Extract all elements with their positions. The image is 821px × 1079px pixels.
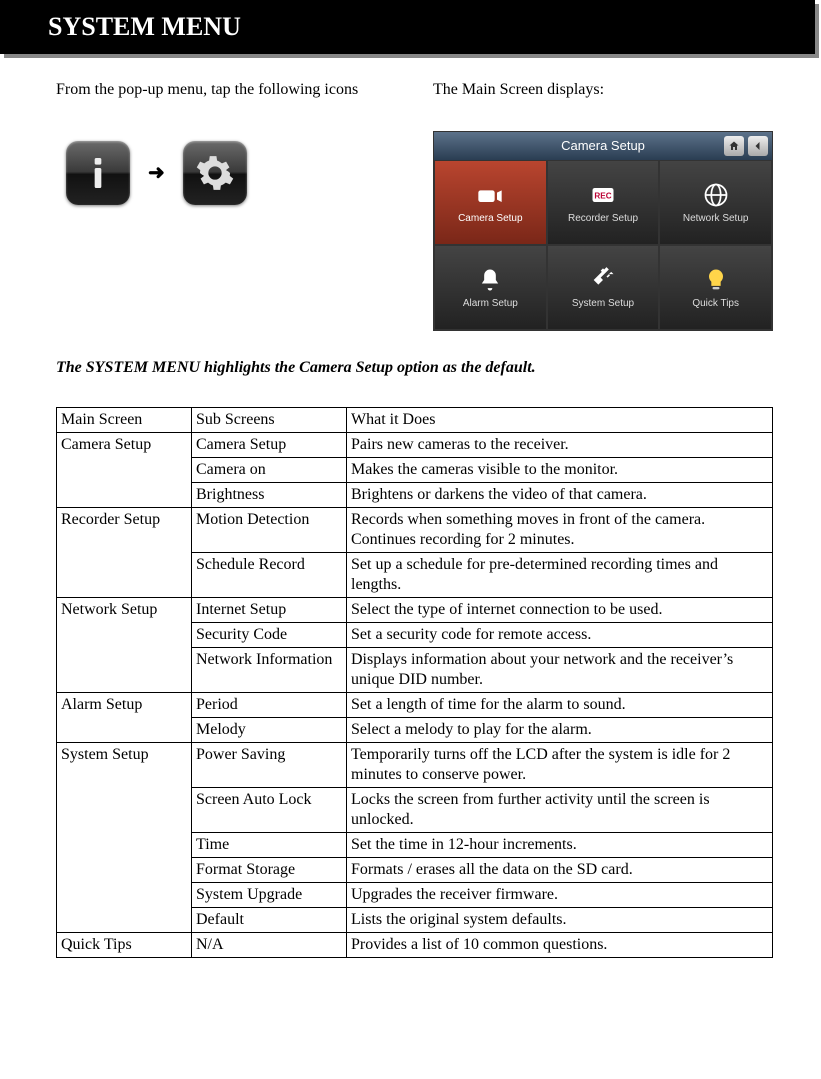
page-title: SYSTEM MENU xyxy=(48,12,241,41)
desc-cell: Set a security code for remote access. xyxy=(347,622,773,647)
page-header: SYSTEM MENU xyxy=(0,0,815,54)
main-screen-cell: Alarm Setup xyxy=(57,692,192,742)
icon-sequence: ➜ xyxy=(66,141,393,205)
desc-cell: Set up a schedule for pre-determined rec… xyxy=(347,552,773,597)
sub-screen-cell: Camera Setup xyxy=(192,432,347,457)
table-header-desc: What it Does xyxy=(347,407,773,432)
main-screen-cell: System Setup xyxy=(57,742,192,932)
sub-screen-cell: Network Information xyxy=(192,647,347,692)
desc-cell: Locks the screen from further activity u… xyxy=(347,787,773,832)
desc-cell: Set a length of time for the alarm to so… xyxy=(347,692,773,717)
desc-cell: Pairs new cameras to the receiver. xyxy=(347,432,773,457)
sub-screen-cell: Internet Setup xyxy=(192,597,347,622)
intro-row: From the pop-up menu, tap the following … xyxy=(56,80,773,331)
svg-text:REC: REC xyxy=(594,191,611,200)
screenshot-titlebar-buttons xyxy=(724,136,768,156)
tile-label: Camera Setup xyxy=(458,213,522,224)
table-row: Network SetupInternet SetupSelect the ty… xyxy=(57,597,773,622)
sub-screen-cell: N/A xyxy=(192,932,347,957)
arrow-icon: ➜ xyxy=(148,160,165,185)
tile-bulb: Quick Tips xyxy=(659,245,772,330)
sub-screen-cell: System Upgrade xyxy=(192,882,347,907)
tile-label: Quick Tips xyxy=(692,298,739,309)
tile-globe: Network Setup xyxy=(659,160,772,245)
table-row: Camera SetupCamera SetupPairs new camera… xyxy=(57,432,773,457)
main-screen-screenshot: Camera Setup Camera Setup REC Recorder Set… xyxy=(433,131,773,331)
sub-screen-cell: Format Storage xyxy=(192,857,347,882)
desc-cell: Lists the original system defaults. xyxy=(347,907,773,932)
desc-cell: Temporarily turns off the LCD after the … xyxy=(347,742,773,787)
sub-screen-cell: Melody xyxy=(192,717,347,742)
desc-cell: Records when something moves in front of… xyxy=(347,507,773,552)
tile-label: System Setup xyxy=(572,298,634,309)
tile-bell: Alarm Setup xyxy=(434,245,547,330)
desc-cell: Formats / erases all the data on the SD … xyxy=(347,857,773,882)
table-row: Recorder SetupMotion DetectionRecords wh… xyxy=(57,507,773,552)
desc-cell: Makes the cameras visible to the monitor… xyxy=(347,457,773,482)
table-header-sub: Sub Screens xyxy=(192,407,347,432)
sub-screen-cell: Power Saving xyxy=(192,742,347,787)
main-screen-cell: Quick Tips xyxy=(57,932,192,957)
table-row: Quick TipsN/AProvides a list of 10 commo… xyxy=(57,932,773,957)
intro-right-text: The Main Screen displays: xyxy=(433,80,773,101)
table-header-main: Main Screen xyxy=(57,407,192,432)
content: From the pop-up menu, tap the following … xyxy=(0,60,821,958)
intro-left-col: From the pop-up menu, tap the following … xyxy=(56,80,393,331)
tile-label: Recorder Setup xyxy=(568,213,638,224)
home-icon xyxy=(724,136,744,156)
table-row: System SetupPower SavingTemporarily turn… xyxy=(57,742,773,787)
intro-left-text: From the pop-up menu, tap the following … xyxy=(56,80,393,101)
main-screen-cell: Network Setup xyxy=(57,597,192,692)
sub-screen-cell: Period xyxy=(192,692,347,717)
sub-screen-cell: Default xyxy=(192,907,347,932)
main-screen-cell: Camera Setup xyxy=(57,432,192,507)
screenshot-grid: Camera Setup REC Recorder Setup Network Set… xyxy=(434,160,772,330)
desc-cell: Select a melody to play for the alarm. xyxy=(347,717,773,742)
desc-cell: Select the type of internet connection t… xyxy=(347,597,773,622)
caption: The SYSTEM MENU highlights the Camera Se… xyxy=(56,359,773,377)
sub-screen-cell: Time xyxy=(192,832,347,857)
screenshot-titlebar: Camera Setup xyxy=(434,132,772,160)
sub-screen-cell: Schedule Record xyxy=(192,552,347,597)
sub-screen-cell: Screen Auto Lock xyxy=(192,787,347,832)
sub-screen-cell: Motion Detection xyxy=(192,507,347,552)
menu-table: Main ScreenSub ScreensWhat it DoesCamera… xyxy=(56,407,773,958)
tile-camera: Camera Setup xyxy=(434,160,547,245)
info-icon xyxy=(66,141,130,205)
sub-screen-cell: Camera on xyxy=(192,457,347,482)
desc-cell: Provides a list of 10 common questions. xyxy=(347,932,773,957)
sub-screen-cell: Security Code xyxy=(192,622,347,647)
desc-cell: Brightens or darkens the video of that c… xyxy=(347,482,773,507)
desc-cell: Set the time in 12-hour increments. xyxy=(347,832,773,857)
desc-cell: Upgrades the receiver firmware. xyxy=(347,882,773,907)
tile-tools: System Setup xyxy=(547,245,660,330)
screenshot-title: Camera Setup xyxy=(434,138,772,153)
desc-cell: Displays information about your network … xyxy=(347,647,773,692)
back-icon xyxy=(748,136,768,156)
sub-screen-cell: Brightness xyxy=(192,482,347,507)
main-screen-cell: Recorder Setup xyxy=(57,507,192,597)
tile-label: Network Setup xyxy=(683,213,749,224)
tile-rec: REC Recorder Setup xyxy=(547,160,660,245)
intro-right-col: The Main Screen displays: Camera Setup C… xyxy=(433,80,773,331)
gear-icon xyxy=(183,141,247,205)
table-row: Alarm SetupPeriodSet a length of time fo… xyxy=(57,692,773,717)
tile-label: Alarm Setup xyxy=(463,298,518,309)
